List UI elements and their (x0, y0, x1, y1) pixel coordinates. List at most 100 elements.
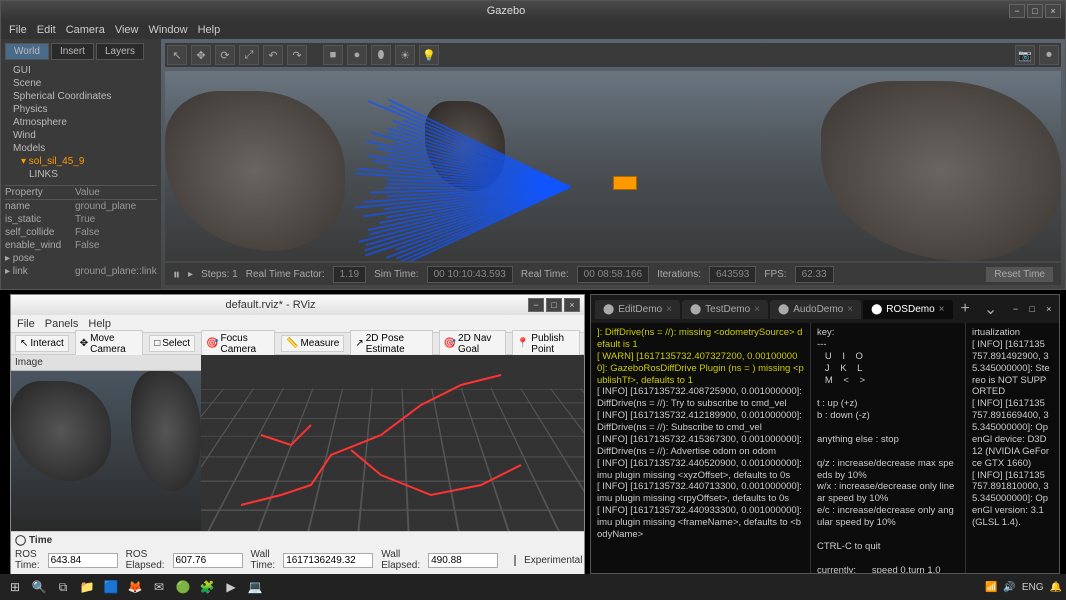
ros-time-field[interactable] (48, 553, 118, 568)
experimental-checkbox[interactable] (514, 555, 516, 566)
box-tool[interactable]: ■ (323, 45, 343, 65)
property-row[interactable]: self_collideFalse (5, 226, 157, 239)
tool-2d-nav-goal[interactable]: 🎯2D Nav Goal (439, 330, 506, 358)
scale-tool[interactable]: ⤢ (239, 45, 259, 65)
select-tool[interactable]: ↖ (167, 45, 187, 65)
tree-item[interactable]: Atmosphere (5, 116, 157, 129)
new-tab-button[interactable]: + (955, 300, 976, 318)
tool-select[interactable]: □Select (149, 335, 195, 352)
taskbar-icon[interactable]: 🔍 (28, 576, 50, 598)
terminal-tab[interactable]: ⬤EditDemo× (595, 300, 680, 319)
maximize-button[interactable]: □ (1026, 302, 1039, 316)
tool-interact[interactable]: ↖Interact (15, 335, 69, 352)
property-row[interactable]: nameground_plane (5, 200, 157, 213)
sphere-tool[interactable]: ● (347, 45, 367, 65)
lidar-scan-visual (355, 121, 785, 251)
terminal-pane-info[interactable]: irtualization[ INFO] [1617135757.8914929… (966, 323, 1056, 573)
world-tree[interactable]: GUISceneSpherical CoordinatesPhysicsAtmo… (5, 64, 157, 181)
close-button[interactable]: × (1045, 4, 1061, 18)
robot-model[interactable] (613, 176, 637, 190)
tool-2d-pose-estimate[interactable]: ↗2D Pose Estimate (350, 330, 432, 358)
taskbar-icon[interactable]: 📁 (76, 576, 98, 598)
menu-file[interactable]: File (17, 318, 35, 330)
taskbar-icon[interactable]: ▶ (220, 576, 242, 598)
taskbar-icon[interactable]: 🧩 (196, 576, 218, 598)
property-row[interactable]: is_staticTrue (5, 213, 157, 226)
terminal-tab[interactable]: ⬤ROSDemo× (863, 300, 952, 319)
rviz-titlebar[interactable]: default.rviz* - RViz − □ × (11, 295, 584, 315)
image-panel-header[interactable]: Image (11, 355, 201, 371)
tray-icon[interactable]: 🔊 (1003, 582, 1015, 593)
tree-item[interactable]: Wind (5, 129, 157, 142)
menu-help[interactable]: Help (198, 24, 221, 36)
taskbar-icon[interactable]: ⧉ (52, 576, 74, 598)
translate-tool[interactable]: ✥ (191, 45, 211, 65)
ros-elapsed-field[interactable] (173, 553, 243, 568)
terminal-body[interactable]: ]: DiffDrive(ns = //): missing <odometry… (591, 323, 1059, 573)
menu-panels[interactable]: Panels (45, 318, 79, 330)
tool-publish-point[interactable]: 📍Publish Point (512, 330, 580, 358)
close-button[interactable]: × (1042, 302, 1055, 316)
tree-item[interactable]: Physics (5, 103, 157, 116)
property-row[interactable]: enable_windFalse (5, 239, 157, 252)
gazebo-viewport[interactable]: ↖ ✥ ⟳ ⤢ ↶ ↷ ■ ● ⬮ ☀ 💡 📷 ⏺ (161, 39, 1065, 289)
rotate-tool[interactable]: ⟳ (215, 45, 235, 65)
record-tool[interactable]: ⏺ (1039, 45, 1059, 65)
minimize-button[interactable]: − (528, 298, 544, 312)
menu-camera[interactable]: Camera (66, 24, 105, 36)
terminal-tab[interactable]: ⬤AudoDemo× (770, 300, 861, 319)
taskbar-icon[interactable]: 💻 (244, 576, 266, 598)
reset-time-button[interactable]: Reset Time (986, 267, 1053, 282)
tool-measure[interactable]: 📏Measure (281, 335, 344, 352)
close-button[interactable]: × (564, 298, 580, 312)
tab-insert[interactable]: Insert (51, 43, 94, 60)
taskbar-icon[interactable]: 🟦 (100, 576, 122, 598)
light-tool[interactable]: ☀ (395, 45, 415, 65)
cylinder-tool[interactable]: ⬮ (371, 45, 391, 65)
redo-tool[interactable]: ↷ (287, 45, 307, 65)
minimize-button[interactable]: − (1009, 4, 1025, 18)
taskbar-icon[interactable]: 🦊 (124, 576, 146, 598)
tab-dropdown[interactable]: ⌄ (978, 299, 1003, 319)
tray-icon[interactable]: ENG (1022, 582, 1044, 593)
taskbar-icon[interactable]: ✉ (148, 576, 170, 598)
menu-file[interactable]: File (9, 24, 27, 36)
spot-tool[interactable]: 💡 (419, 45, 439, 65)
tray-icon[interactable]: 📶 (985, 582, 997, 593)
tree-item[interactable]: GUI (5, 64, 157, 77)
camera-tool[interactable]: 📷 (1015, 45, 1035, 65)
terminal-pane-teleop[interactable]: key:--- U I O J K L M < > t : up (+z)b :… (811, 323, 966, 573)
tree-item[interactable]: Models (5, 142, 157, 155)
3d-scene[interactable] (165, 71, 1061, 261)
wall-elapsed-field[interactable] (428, 553, 498, 568)
tray-icon[interactable]: 🔔 (1050, 582, 1062, 593)
property-row[interactable]: ▸ linkground_plane::link (5, 265, 157, 278)
tree-item[interactable]: LINKS (5, 168, 157, 181)
terminal-line (817, 422, 959, 434)
tool-focus-camera[interactable]: 🎯Focus Camera (201, 330, 275, 358)
maximize-button[interactable]: □ (546, 298, 562, 312)
maximize-button[interactable]: □ (1027, 4, 1043, 18)
menu-window[interactable]: Window (148, 24, 187, 36)
wall-time-field[interactable] (283, 553, 373, 568)
step-button[interactable]: ▸ (188, 269, 193, 280)
rviz-3d-view[interactable] (201, 355, 584, 531)
tab-world[interactable]: World (5, 43, 49, 60)
pause-button[interactable]: ⏸ (173, 266, 180, 283)
terminal-pane-ros[interactable]: ]: DiffDrive(ns = //): missing <odometry… (591, 323, 811, 573)
taskbar-icon[interactable]: 🟢 (172, 576, 194, 598)
tab-layers[interactable]: Layers (96, 43, 144, 60)
menu-edit[interactable]: Edit (37, 24, 56, 36)
property-row[interactable]: ▸ pose (5, 252, 157, 265)
gazebo-titlebar[interactable]: Gazebo − □ × (1, 1, 1065, 21)
menu-view[interactable]: View (115, 24, 139, 36)
taskbar-icon[interactable]: ⊞ (4, 576, 26, 598)
tree-item[interactable]: Scene (5, 77, 157, 90)
tool-move-camera[interactable]: ✥Move Camera (75, 330, 143, 358)
terminal-tab[interactable]: ⬤TestDemo× (682, 300, 768, 319)
minimize-button[interactable]: − (1009, 302, 1022, 316)
menu-help[interactable]: Help (88, 318, 111, 330)
tree-item-selected[interactable]: ▾ sol_sil_45_9 (5, 155, 157, 168)
tree-item[interactable]: Spherical Coordinates (5, 90, 157, 103)
undo-tool[interactable]: ↶ (263, 45, 283, 65)
